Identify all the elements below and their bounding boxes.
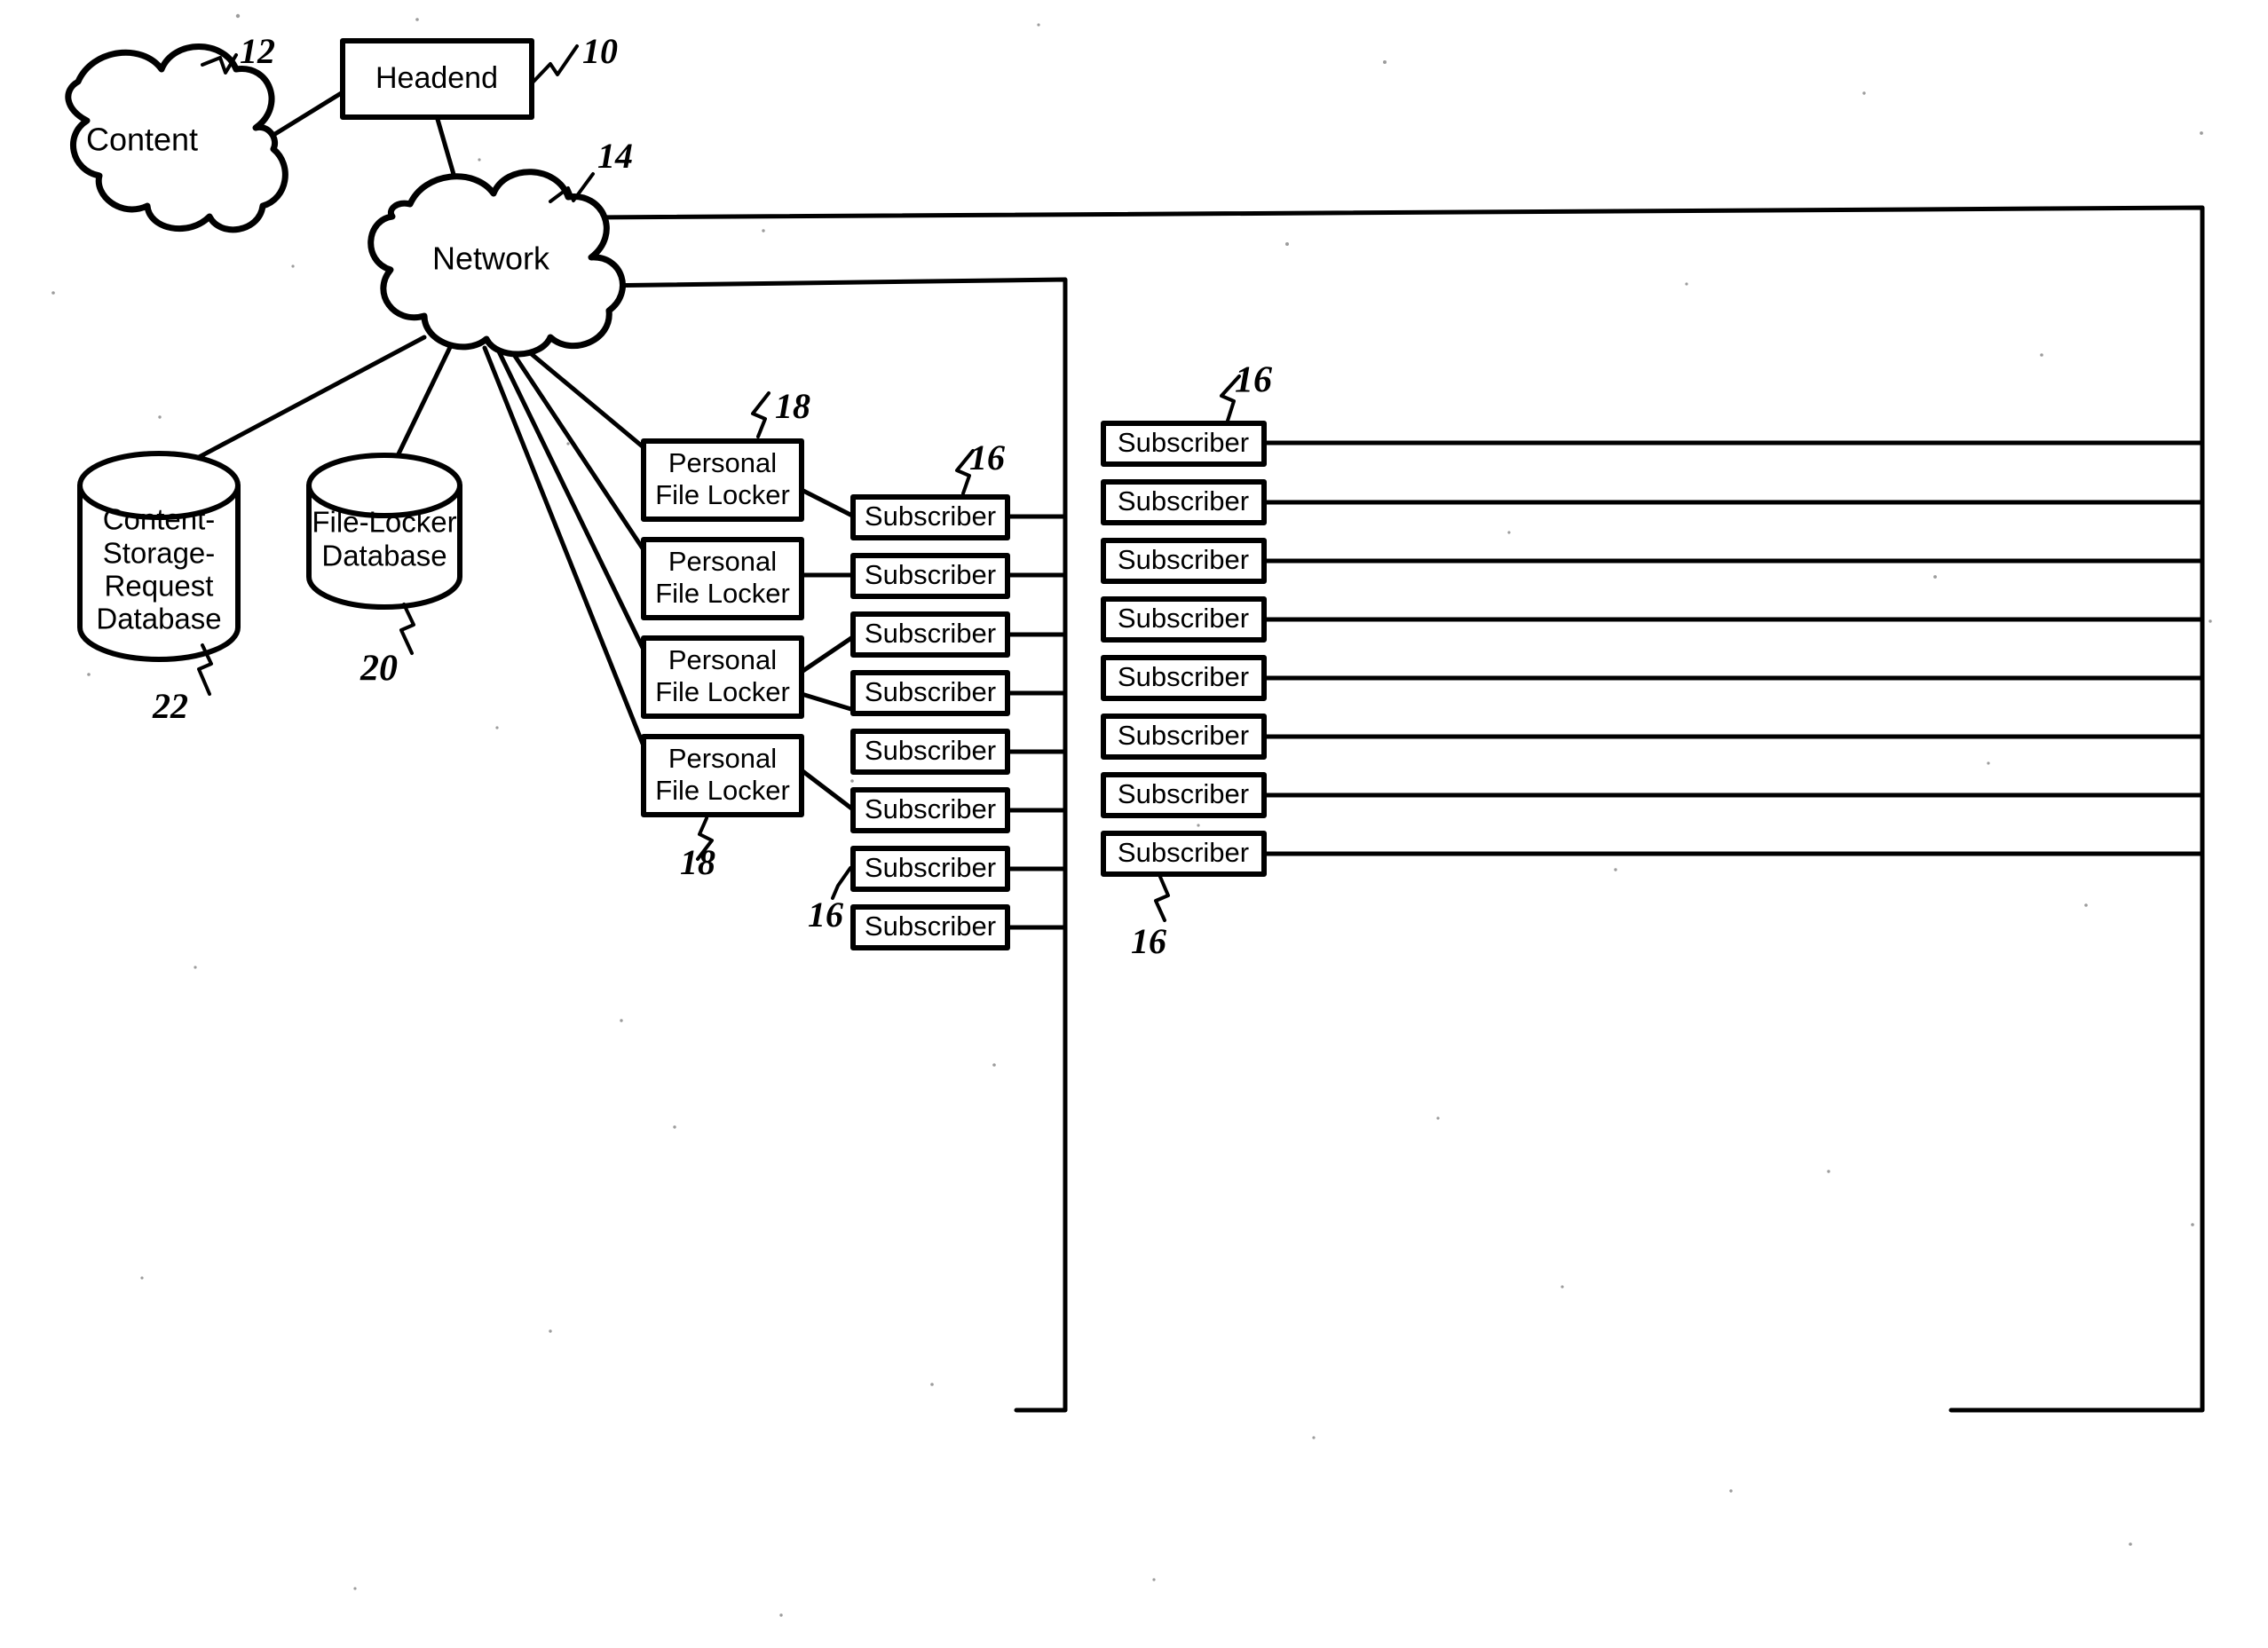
content-storage-request-db-label-4: Database [96,603,221,635]
content-storage-request-db-label-1: Content- [103,503,216,536]
subscriber-right-8[interactable]: Subscriber [1101,831,1267,877]
link-locker4-to-subscriber7 [799,768,857,813]
ref-16-mid-top-group: 16 [955,438,1005,495]
content-cloud-label: Content [86,122,198,158]
headend-node[interactable]: Headend [340,38,534,120]
personal-file-locker-label-line2: File Locker [655,578,790,609]
ref-16-mid-bottom-leader [831,866,852,900]
personal-file-locker-label-line1: Personal [668,447,777,478]
subscriber-right-7[interactable]: Subscriber [1101,772,1267,818]
content-storage-request-db-node[interactable]: Content- Storage- Request Database [77,451,241,662]
subscriber-mid-5[interactable]: Subscriber [850,729,1010,775]
personal-file-locker-label-line2: File Locker [655,676,790,707]
subscriber-label: Subscriber [865,676,996,707]
subscriber-right-5[interactable]: Subscriber [1101,655,1267,701]
subscriber-mid-6[interactable]: Subscriber [850,787,1010,833]
subscriber-right-2[interactable]: Subscriber [1101,479,1267,525]
ref-14-group: 14 [549,136,633,203]
ref-18-bottom-group: 18 [680,816,715,882]
personal-file-locker-2[interactable]: Personal File Locker [641,537,804,620]
personal-file-locker-1[interactable]: Personal File Locker [641,438,804,522]
ref-14-label: 14 [597,136,633,176]
ref-16-mid-bottom-label: 16 [808,895,843,934]
subscriber-label: Subscriber [1118,603,1249,634]
subscriber-mid-3[interactable]: Subscriber [850,611,1010,658]
subscriber-label: Subscriber [1118,837,1249,868]
network-cloud-label: Network [432,240,550,277]
content-storage-request-db-label-3: Request [105,570,214,603]
personal-file-locker-3[interactable]: Personal File Locker [641,635,804,719]
subscriber-label: Subscriber [1118,720,1249,751]
file-locker-db-label-1: File-Locker [312,506,456,539]
subscriber-label: Subscriber [865,559,996,590]
subscriber-label: Subscriber [1118,485,1249,516]
link-network-to-file-locker-3 [494,345,645,651]
subscriber-mid-8[interactable]: Subscriber [850,904,1010,950]
subscriber-right-3[interactable]: Subscriber [1101,538,1267,584]
ref-20-leader [399,603,415,655]
subscriber-mid-1[interactable]: Subscriber [850,494,1010,540]
ref-18-top-group: 18 [751,386,810,438]
link-locker3-to-subscriber3 [799,634,857,674]
subscriber-label: Subscriber [1118,544,1249,575]
personal-file-locker-label-line2: File Locker [655,775,790,806]
content-cloud-node[interactable]: Content [65,43,288,233]
personal-file-locker-label-line2: File Locker [655,479,790,510]
ref-10-label: 10 [582,31,618,71]
ref-10-leader [531,44,579,84]
network-cloud-node[interactable]: Network [367,169,626,358]
figure-canvas: Content 12 Headend 10 Network 14 Content… [0,0,2268,1648]
subscriber-label: Subscriber [865,618,996,649]
subscriber-right-4[interactable]: Subscriber [1101,596,1267,643]
file-locker-db-label-2: Database [321,540,446,572]
subscriber-label: Subscriber [865,501,996,532]
subscriber-label: Subscriber [1118,427,1249,458]
ref-22-label: 22 [152,686,188,726]
ref-16-right-top-label: 16 [1235,360,1272,401]
ref-18-top-label: 18 [775,386,810,426]
personal-file-locker-label-line1: Personal [668,743,777,774]
personal-file-locker-4[interactable]: Personal File Locker [641,734,804,817]
file-locker-db-node[interactable]: File-Locker Database [306,453,462,610]
subscriber-label: Subscriber [865,911,996,942]
link-network-to-outer-bus [588,205,2205,1413]
ref-16-mid-bottom-group: 16 [808,866,852,934]
ref-10-group: 10 [531,31,618,84]
subscriber-mid-2[interactable]: Subscriber [850,553,1010,599]
ref-16-right-bottom-leader [1154,875,1170,922]
link-network-to-file-locker-db [389,337,456,471]
subscriber-right-1[interactable]: Subscriber [1101,421,1267,467]
ref-20-group: 20 [360,603,415,690]
subscriber-label: Subscriber [865,852,996,883]
link-locker1-to-subscriber1 [799,487,857,519]
subscriber-label: Subscriber [1118,661,1249,692]
ref-16-right-bottom-label: 16 [1131,921,1166,961]
link-network-to-file-locker-2 [507,345,645,551]
ref-16-mid-top-label: 16 [969,438,1005,477]
ref-18-top-leader [751,391,770,438]
headend-label: Headend [375,61,498,95]
ref-12-label: 12 [240,31,275,71]
link-network-to-content-storage-db [171,335,427,473]
subscriber-mid-4[interactable]: Subscriber [850,670,1010,716]
ref-20-label: 20 [360,649,398,690]
patent-diagram: Content 12 Headend 10 Network 14 Content… [51,13,2212,1617]
personal-file-locker-label-line1: Personal [668,644,777,675]
subscriber-label: Subscriber [1118,778,1249,809]
link-network-to-file-locker-4 [482,345,645,746]
subscriber-label: Subscriber [865,793,996,824]
subscriber-mid-7[interactable]: Subscriber [850,846,1010,892]
personal-file-locker-label-line1: Personal [668,546,777,577]
ref-16-right-top-group: 16 [1220,360,1272,422]
subscriber-label: Subscriber [865,735,996,766]
content-storage-request-db-label-2: Storage- [103,537,216,570]
subscriber-right-6[interactable]: Subscriber [1101,714,1267,760]
link-locker3-to-subscriber4 [799,691,857,713]
ref-16-right-bottom-group: 16 [1131,875,1170,961]
ref-18-bottom-label: 18 [680,842,715,882]
